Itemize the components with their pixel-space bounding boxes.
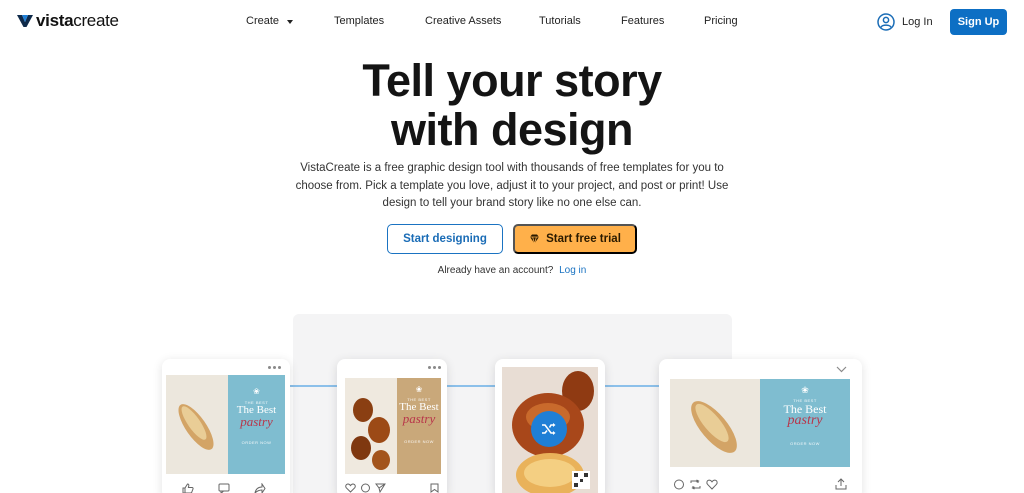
start-designing-button[interactable]: Start designing [387,224,503,254]
card-kicker: THE BEST [793,398,817,403]
card-text-panel: ❀ THE BEST The Best pastry ORDER NOW [760,379,850,467]
card-footer: ORDER NOW [241,440,272,445]
chevron-down-icon[interactable] [836,366,847,373]
card-actions [345,483,386,493]
heart-icon[interactable] [706,479,718,490]
logo[interactable]: vistacreate [17,11,119,31]
logo-text: vistacreate [36,11,119,30]
shuffle-button[interactable] [531,411,567,447]
pastry-photo [166,375,228,474]
wheat-icon: ❀ [801,385,809,395]
send-icon[interactable] [375,483,386,493]
hero-title-line1: Tell your story [362,55,662,106]
wheat-icon: ❀ [253,387,260,396]
hero-title: Tell your story with design [0,56,1024,154]
shuffle-icon [542,423,556,435]
login-link[interactable]: Log In [877,13,933,31]
card-footer: ORDER NOW [790,441,820,446]
nav-create[interactable]: Create [246,15,334,27]
already-login-link[interactable]: Log in [559,265,586,276]
card-title-script: pastry [402,411,436,426]
already-text: Already have an account? [437,265,554,276]
card-text-panel: ❀ THE BEST The Best pastry ORDER NOW [397,378,441,474]
card-kicker: THE BEST [407,397,431,402]
more-icon[interactable] [268,366,281,369]
nav-creative-assets[interactable]: Creative Assets [425,15,539,27]
card-title-script: pastry [787,413,823,428]
user-icon [877,13,895,31]
card-title-script: pastry [240,414,273,429]
comment-icon[interactable] [673,479,685,490]
nav-pricing[interactable]: Pricing [704,15,738,27]
wheat-icon: ❀ [415,385,423,394]
pastry-photo [345,378,397,474]
nav-features[interactable]: Features [621,15,704,27]
connector-line [288,385,340,387]
comment-icon[interactable] [218,483,230,493]
card-footer: ORDER NOW [404,439,434,444]
card-actions [673,479,718,490]
nav-tutorials[interactable]: Tutorials [539,15,621,27]
nav-links: Create Templates Creative Assets Tutoria… [246,15,738,27]
hero-description: VistaCreate is a free graphic design too… [295,162,729,209]
nav-create-label: Create [246,15,280,27]
share-icon[interactable] [254,483,266,493]
chevron-down-icon [287,19,294,24]
signup-button[interactable]: Sign Up [950,9,1007,35]
card-kicker: THE BEST [244,400,269,405]
pastry-photo [670,379,760,467]
already-account: Already have an account? Log in [0,265,1024,276]
more-icon[interactable] [428,366,441,369]
retweet-icon[interactable] [689,479,702,490]
connector-line [446,385,496,387]
card-text-panel: ❀ THE BEST The Best pastry ORDER NOW [228,375,285,474]
nav-templates[interactable]: Templates [334,15,425,27]
bookmark-icon[interactable] [430,483,439,493]
crown-gem-icon [530,234,540,244]
template-card[interactable]: ❀ THE BEST The Best pastry ORDER NOW [659,359,862,493]
top-nav: vistacreate Create Templates Creative As… [0,0,1024,44]
upload-icon[interactable] [835,478,847,490]
connector-line [604,385,662,387]
template-card[interactable]: ❀ THE BEST The Best pastry ORDER NOW [162,359,290,493]
heart-icon[interactable] [345,483,356,493]
comment-icon[interactable] [360,483,371,493]
template-card[interactable]: ❀ THE BEST The Best pastry ORDER NOW [337,359,447,493]
hero-title-line2: with design [391,104,634,155]
card-actions [182,483,266,493]
like-icon[interactable] [182,483,194,493]
start-free-trial-label: Start free trial [546,233,621,245]
start-free-trial-button[interactable]: Start free trial [513,224,637,254]
vista-logo-icon [17,15,33,27]
login-label: Log In [902,16,933,28]
